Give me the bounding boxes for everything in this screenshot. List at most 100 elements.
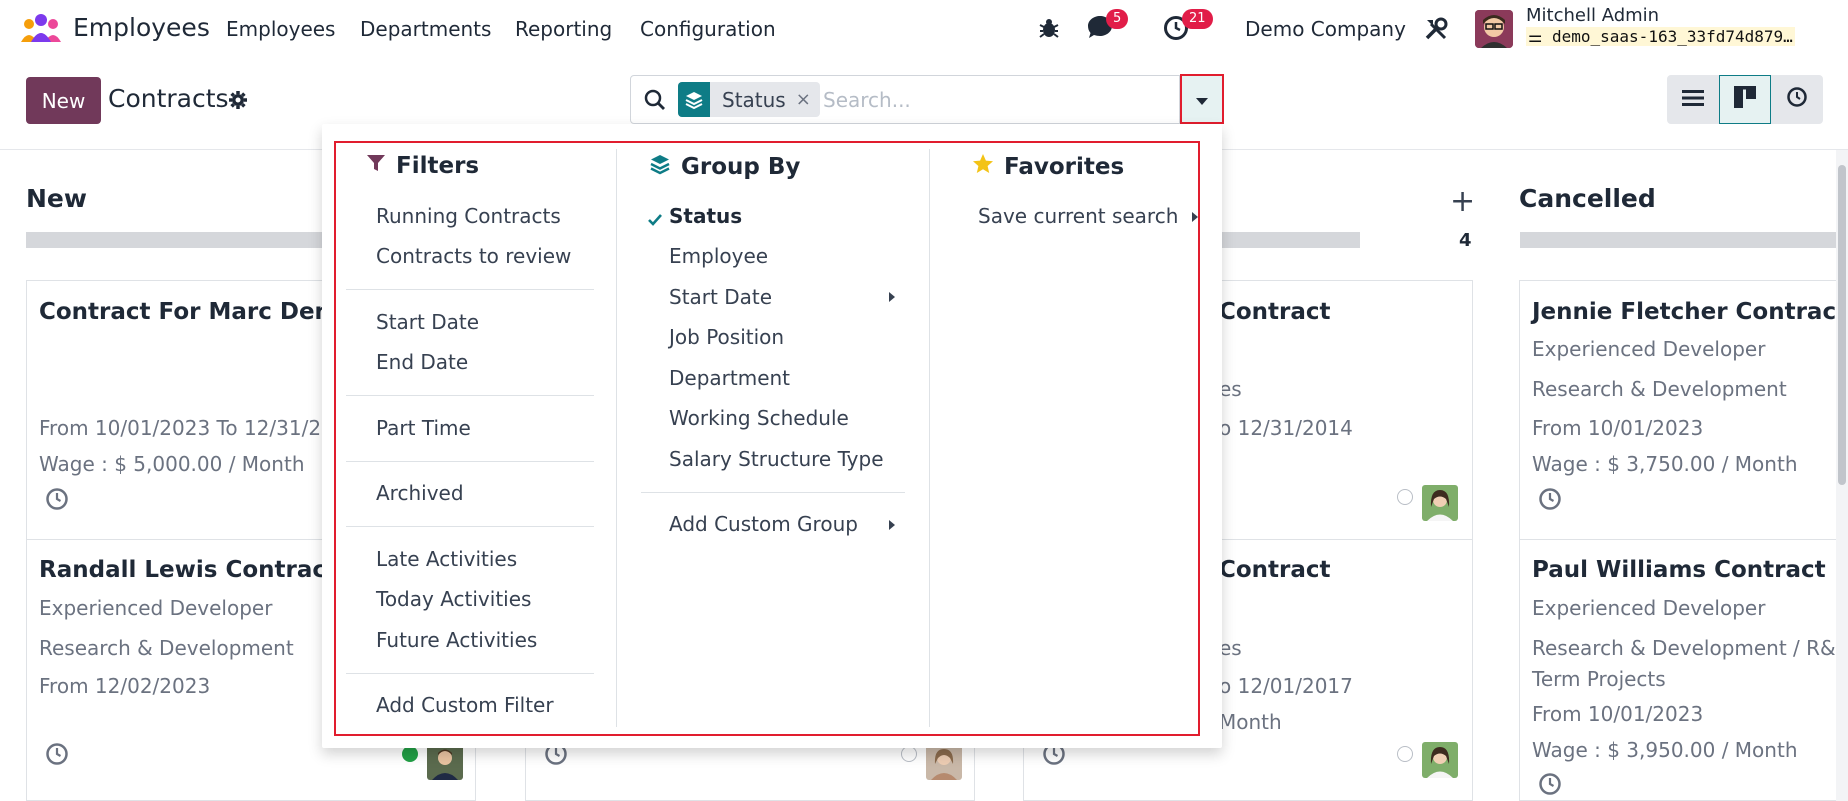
menu-configuration[interactable]: Configuration — [640, 17, 776, 41]
list-view-button[interactable] — [1667, 75, 1719, 124]
database-name: ⚌ demo_saas-163_33fd74d879… — [1526, 27, 1795, 46]
search-bar: Status × — [630, 75, 1180, 124]
filter-late-activities[interactable]: Late Activities — [376, 547, 517, 571]
kanban-icon — [1734, 86, 1756, 113]
menu-departments[interactable]: Departments — [360, 17, 491, 41]
filters-section: Filters Running Contracts Contracts to r… — [336, 143, 616, 734]
column-progress-mid — [1220, 232, 1360, 248]
filter-divider — [346, 673, 594, 674]
facet-remove-button[interactable]: × — [796, 89, 820, 110]
status-dot[interactable] — [1397, 746, 1413, 762]
app-name[interactable]: Employees — [73, 13, 210, 42]
search-input[interactable] — [823, 84, 1163, 116]
caret-right-icon — [889, 292, 895, 302]
status-dot[interactable] — [402, 746, 418, 762]
add-custom-group[interactable]: Add Custom Group — [669, 512, 858, 536]
search-options-toggle[interactable] — [1180, 74, 1224, 124]
company-switcher[interactable]: Demo Company — [1245, 17, 1406, 41]
activity-view-button[interactable] — [1771, 75, 1823, 124]
kanban-view-button[interactable] — [1719, 75, 1771, 124]
save-current-search[interactable]: Save current search — [978, 204, 1178, 228]
card-dates: From 10/01/2023 — [1532, 702, 1704, 726]
filter-running-contracts[interactable]: Running Contracts — [376, 204, 561, 228]
vertical-scrollbar[interactable] — [1836, 150, 1848, 801]
card-dates: o 12/01/2017 — [1219, 674, 1353, 698]
gear-icon[interactable] — [228, 90, 248, 115]
group-by-employee[interactable]: Employee — [669, 244, 768, 268]
filters-title: Filters — [396, 153, 480, 179]
search-options-dropdown: Filters Running Contracts Contracts to r… — [322, 124, 1222, 748]
tools-settings-icon[interactable] — [1423, 16, 1449, 47]
filter-divider — [346, 461, 594, 462]
scrollbar-thumb[interactable] — [1838, 165, 1846, 485]
list-icon — [1682, 88, 1704, 112]
status-dot[interactable] — [1397, 489, 1413, 505]
card-department-cont: Term Projects — [1532, 667, 1666, 691]
contract-card-paul[interactable]: Paul Williams Contract Experienced Devel… — [1519, 539, 1848, 801]
filter-future-activities[interactable]: Future Activities — [376, 628, 537, 652]
top-navbar: Employees Employees Departments Reportin… — [0, 0, 1848, 58]
filters-header: Filters — [366, 153, 479, 179]
activity-clock-icon[interactable] — [1538, 772, 1562, 801]
activities-count-badge: 21 — [1182, 9, 1213, 29]
group-by-salary-structure-type[interactable]: Salary Structure Type — [669, 447, 884, 471]
caret-right-icon — [889, 520, 895, 530]
menu-reporting[interactable]: Reporting — [515, 17, 612, 41]
card-department: Research & Development — [1532, 377, 1787, 401]
add-custom-filter[interactable]: Add Custom Filter — [376, 693, 554, 717]
contract-card-jennie[interactable]: Jennie Fletcher Contract Experienced Dev… — [1519, 280, 1848, 540]
group-by-divider — [641, 492, 905, 493]
filter-start-date[interactable]: Start Date — [376, 310, 479, 334]
user-name[interactable]: Mitchell Admin — [1526, 5, 1659, 26]
filter-divider — [346, 289, 594, 290]
debug-bug-icon[interactable] — [1037, 16, 1061, 45]
employee-avatar — [1422, 742, 1458, 778]
group-by-working-schedule[interactable]: Working Schedule — [669, 406, 849, 430]
caret-right-icon — [1192, 212, 1198, 222]
column-progress-new — [26, 232, 336, 248]
group-by-start-date[interactable]: Start Date — [669, 285, 772, 309]
card-title: Randall Lewis Contract — [39, 557, 337, 583]
database-label: demo_saas-163_33fd74d879… — [1551, 27, 1793, 46]
layers-icon — [678, 82, 710, 117]
status-dot[interactable] — [901, 746, 917, 762]
layers-icon — [649, 153, 671, 181]
filter-end-date[interactable]: End Date — [376, 350, 468, 374]
view-switcher — [1667, 75, 1823, 124]
star-icon — [972, 153, 994, 181]
column-count: 4 — [1459, 230, 1472, 251]
filter-divider — [346, 526, 594, 527]
activity-clock-icon[interactable] — [45, 742, 69, 771]
group-by-status[interactable]: Status — [669, 204, 742, 228]
activity-clock-icon[interactable] — [45, 487, 69, 516]
column-progress-cancelled — [1520, 232, 1836, 248]
filter-part-time[interactable]: Part Time — [376, 416, 471, 440]
clock-icon — [1786, 86, 1808, 113]
employees-app-icon[interactable] — [20, 12, 62, 44]
breadcrumb: Contracts — [108, 84, 229, 113]
search-icon[interactable] — [644, 89, 666, 116]
group-by-title: Group By — [681, 154, 801, 180]
filter-contracts-to-review[interactable]: Contracts to review — [376, 244, 571, 268]
menu-employees[interactable]: Employees — [226, 17, 335, 41]
group-by-job-position[interactable]: Job Position — [669, 325, 784, 349]
favorites-header: Favorites — [972, 153, 1124, 181]
card-job: Experienced Developer — [39, 596, 273, 620]
card-title: Contract For Marc Demo — [39, 299, 355, 325]
card-dates: From 10/01/2023 To 12/31/20 — [39, 416, 334, 440]
messages-count-badge: 5 — [1106, 9, 1129, 29]
column-title-new: New — [26, 184, 87, 213]
facet-label: Status — [722, 87, 786, 112]
column-add-button[interactable]: + — [1450, 184, 1475, 219]
group-by-department[interactable]: Department — [669, 366, 790, 390]
new-button[interactable]: New — [26, 77, 101, 124]
user-avatar[interactable] — [1475, 10, 1513, 48]
card-title: Contract — [1219, 299, 1331, 325]
column-title-cancelled: Cancelled — [1519, 184, 1656, 213]
activity-clock-icon[interactable] — [1538, 487, 1562, 516]
filter-today-activities[interactable]: Today Activities — [376, 587, 531, 611]
filter-archived[interactable]: Archived — [376, 481, 464, 505]
card-title: Jennie Fletcher Contract — [1532, 299, 1848, 325]
employee-avatar — [427, 744, 463, 780]
search-facet-status: Status × — [678, 82, 820, 117]
